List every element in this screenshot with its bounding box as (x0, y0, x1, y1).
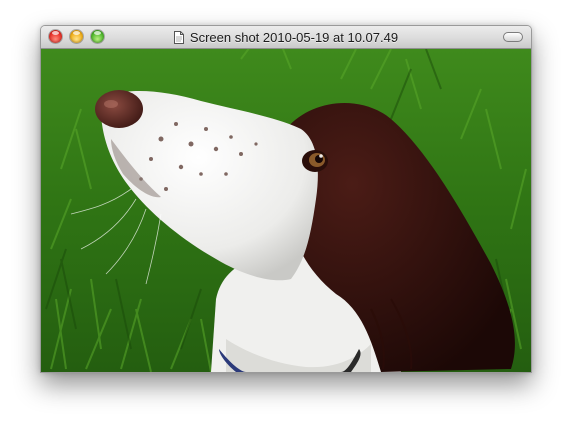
window-title: Screen shot 2010-05-19 at 10.07.49 (189, 29, 399, 45)
title-bar[interactable]: Screen shot 2010-05-19 at 10.07.49 (41, 26, 531, 49)
close-button[interactable] (49, 30, 62, 43)
dog-photo (41, 49, 531, 372)
toolbar-toggle-button[interactable] (503, 32, 523, 42)
zoom-button[interactable] (91, 30, 104, 43)
window-title-group: Screen shot 2010-05-19 at 10.07.49 (41, 26, 531, 48)
dog-nose (95, 90, 143, 128)
minimize-button[interactable] (70, 30, 83, 43)
image-canvas (41, 49, 531, 372)
document-icon (173, 30, 184, 44)
preview-window: Screen shot 2010-05-19 at 10.07.49 (40, 25, 532, 373)
